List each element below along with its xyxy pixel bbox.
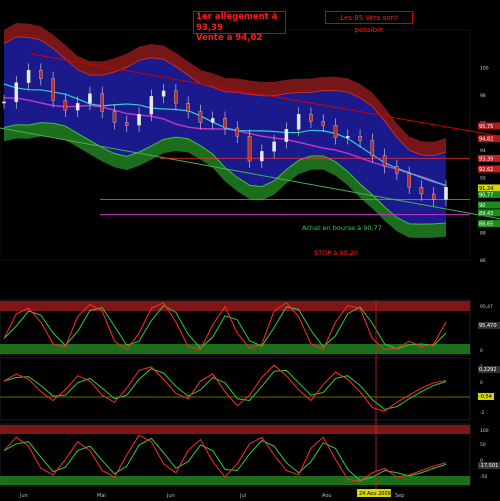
stoch-value-label: 95,470 (479, 323, 497, 329)
price-axis-tick: 86 (480, 258, 486, 264)
candle-body (284, 129, 289, 142)
price-label-upper-2: 94,82 (479, 137, 493, 143)
candle-body (431, 193, 436, 200)
candle-body (125, 122, 129, 126)
candle-body (358, 136, 362, 141)
date-marker-label: 24 Aou 2009 (359, 491, 391, 497)
x-axis-month-label: Jun (19, 493, 28, 499)
stoch-oversold-zone (0, 344, 470, 354)
candle-body (235, 127, 240, 137)
sell-note-line-2: Vente à 94,02 (196, 33, 263, 43)
momentum-value-label: 0,2292 (479, 367, 497, 373)
candle-body (210, 118, 215, 123)
candle-body (321, 120, 325, 126)
candle-body (247, 136, 252, 162)
candle-body (382, 155, 387, 167)
candle-body (161, 90, 166, 97)
momentum-axis-tick: -2 (480, 410, 485, 416)
candle-body (51, 78, 55, 101)
momentum-value-label-2: -0,54 (479, 394, 492, 400)
candle-body (296, 114, 301, 130)
candle-body (370, 140, 375, 156)
price-label-upper-4: 92,62 (479, 167, 493, 173)
candle-body (198, 111, 203, 123)
x-axis-month-label: Jun (166, 493, 175, 499)
candle-body (75, 103, 80, 111)
cycle-lower-zone (0, 476, 470, 485)
candle-body (100, 93, 104, 112)
candle-body (174, 90, 178, 104)
candle-body (260, 151, 264, 162)
candle-body (186, 103, 190, 112)
candle-body (149, 96, 154, 115)
candle-body (419, 186, 424, 195)
stoch-level-label: 0 (480, 348, 483, 354)
chart-window: 1009896949290888695,7594,8293,3992,6291,… (0, 0, 500, 501)
stoch-overbought-zone (0, 301, 470, 311)
x-axis-month-label: Sep (395, 493, 404, 499)
candle-body (309, 114, 313, 122)
target-note-box: Les 95 Vers sont possible (325, 11, 413, 34)
sell-note-line-1: 1er allègement à 93,39 (196, 12, 278, 33)
candle-body (137, 114, 141, 126)
price-axis-tick: 88 (480, 231, 486, 237)
price-label-upper-1: 95,75 (479, 124, 493, 130)
candle-body (88, 93, 92, 104)
candle-body (395, 166, 399, 174)
candle-body (346, 136, 350, 138)
price-label-lower-4: 88,65 (479, 222, 493, 228)
x-axis-month-label: Jul (239, 493, 246, 499)
candle-body (223, 118, 227, 129)
candle-body (39, 70, 43, 79)
stop-annotation: STOP à 90,20 (314, 249, 358, 257)
buy-annotation: Achat en bourse à 90,77 (302, 224, 382, 232)
candle-body (2, 101, 6, 104)
candle-body (444, 186, 448, 200)
cycle-axis-tick: -50 (480, 474, 487, 480)
x-axis-month-label: Mai (97, 493, 106, 499)
candle-body (112, 111, 117, 123)
candle-body (272, 141, 276, 152)
chart-canvas: 1009896949290888695,7594,8293,3992,6291,… (0, 0, 500, 501)
candle-body (333, 125, 338, 138)
cycle-upper-zone (0, 425, 470, 434)
price-axis-tick: 92 (480, 176, 486, 182)
candle-body (14, 82, 19, 103)
momentum-axis-tick: 0 (480, 380, 483, 386)
candle-body (63, 100, 68, 111)
price-axis-tick: 100 (480, 66, 489, 72)
stoch-level-label: 95,47 (480, 304, 493, 310)
sell-note-box: 1er allègement à 93,39 Vente à 94,02 (193, 11, 286, 43)
candle-body (407, 173, 411, 188)
price-label-lower-1: 90,77 (479, 192, 493, 198)
cycle-axis-tick: 50 (480, 442, 486, 448)
price-axis-tick: 94 (480, 148, 486, 154)
candle-body (26, 70, 31, 83)
price-axis-tick: 98 (480, 93, 486, 99)
price-label-lower-2: 90 (479, 203, 485, 209)
cycle-value-label: -17,501 (479, 463, 498, 469)
price-label-lower-3: 89,43 (479, 211, 493, 217)
x-axis-month-label: Aou (322, 493, 332, 499)
cycle-axis-tick: 100 (480, 428, 489, 434)
price-label-upper-3: 93,39 (479, 156, 493, 162)
